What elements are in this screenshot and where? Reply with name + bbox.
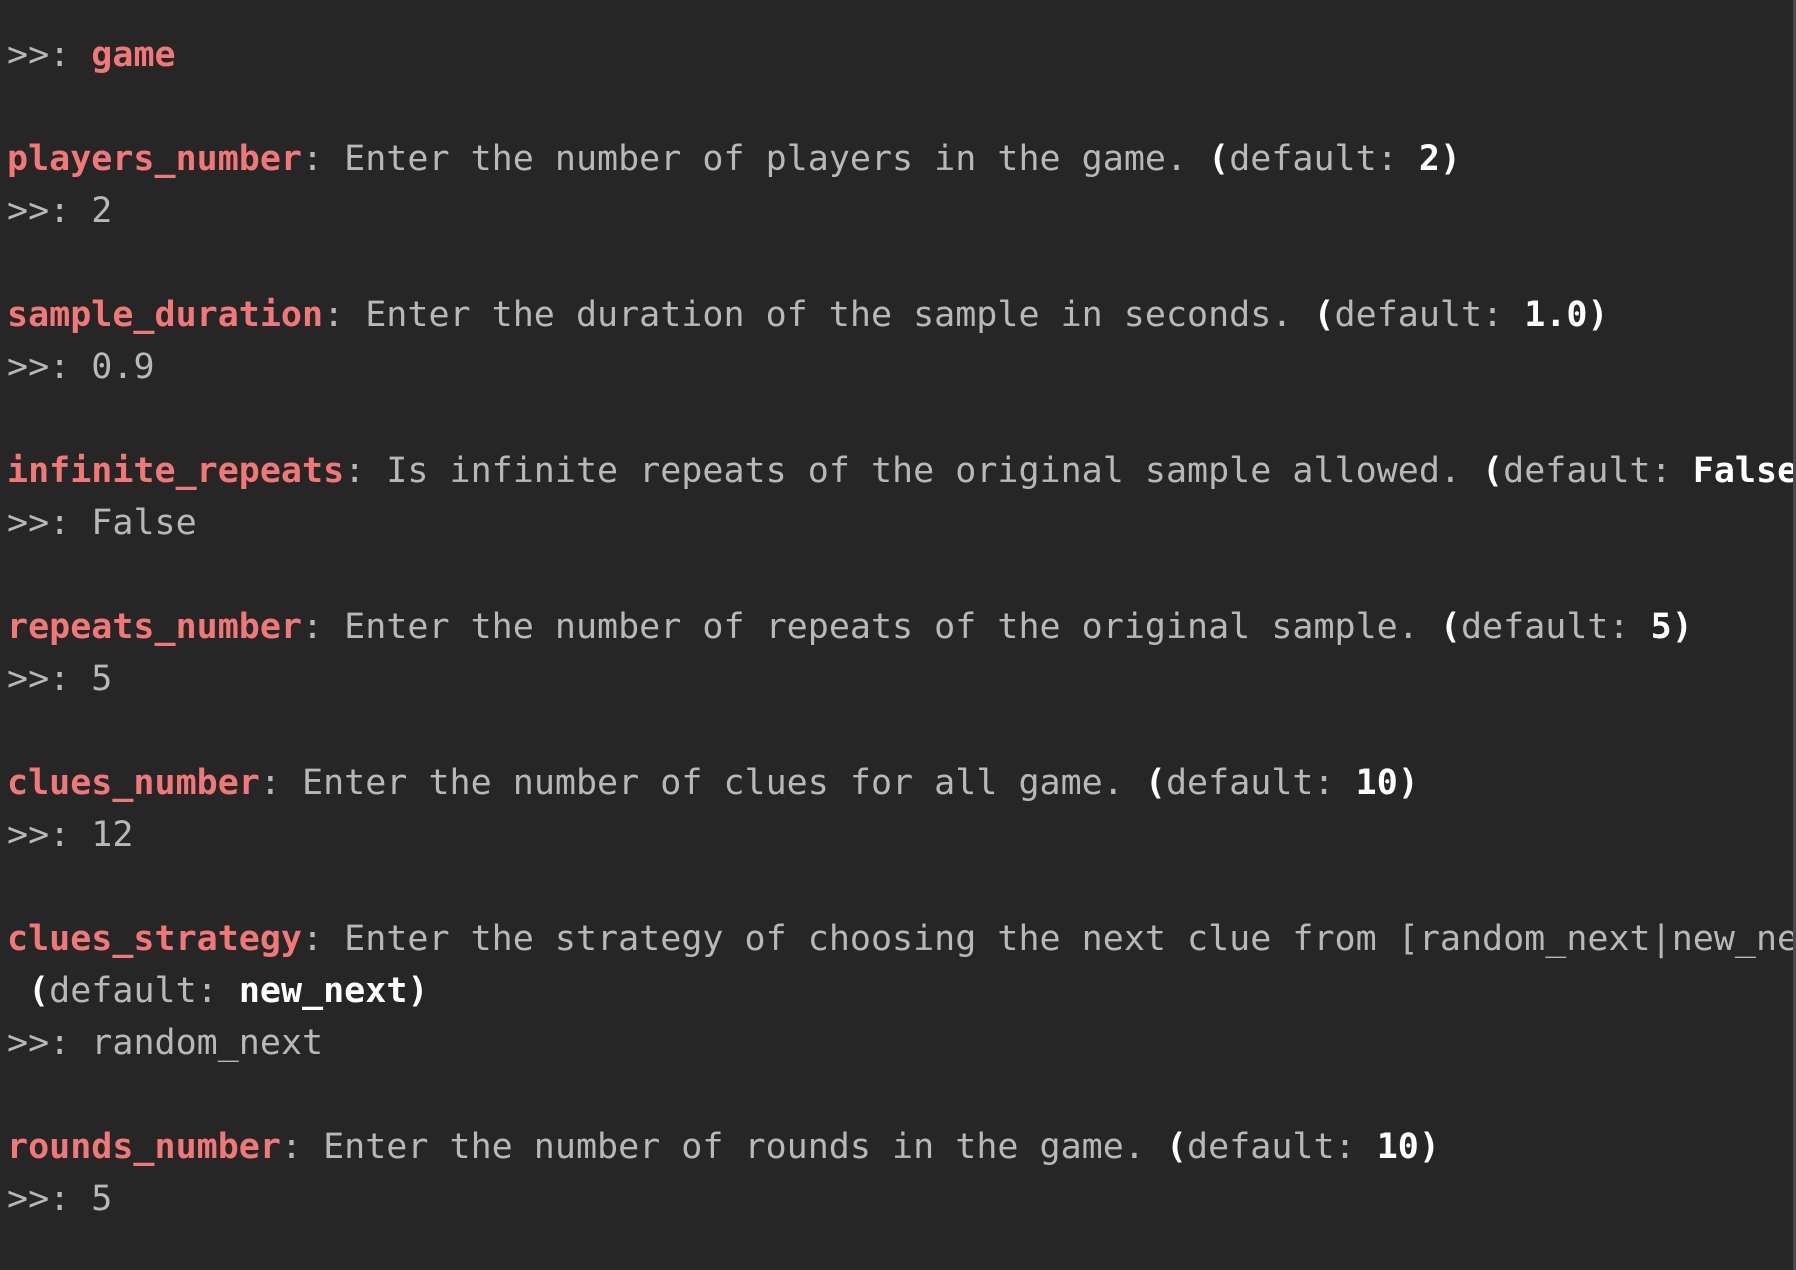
answer-value: 5 <box>91 1179 113 1219</box>
param-name: clues_number <box>7 763 260 803</box>
param-prompt-line: sample_duration: Enter the duration of t… <box>7 295 1609 335</box>
param-description: Enter the duration of the sample in seco… <box>344 295 1314 335</box>
default-label: default: <box>49 971 239 1011</box>
prompt: >>: <box>7 1179 92 1219</box>
default-value: 10 <box>1376 1127 1419 1167</box>
param-description: Enter the strategy of choosing the next … <box>323 919 1796 959</box>
prompt: >>: <box>7 191 92 231</box>
command-text: game <box>91 35 176 75</box>
param-prompt-line: rounds_number: Enter the number of round… <box>7 1127 1440 1167</box>
default-value: 2 <box>1418 139 1440 179</box>
prompt: >>: <box>7 815 92 855</box>
param-name: infinite_repeats <box>7 451 345 491</box>
param-description: Is infinite repeats of the original samp… <box>365 451 1483 491</box>
command-line: >>: game <box>7 29 1796 81</box>
answer-value: 0.9 <box>91 347 155 387</box>
prompt: >>: <box>7 347 92 387</box>
param-prompt-line: infinite_repeats: Is infinite repeats of… <box>7 445 1796 497</box>
default-value: False <box>1692 451 1796 491</box>
answer-value: 2 <box>91 191 113 231</box>
default-label: default: <box>1503 451 1693 491</box>
default-label: default: <box>1334 295 1525 335</box>
default-label: default: <box>1187 1127 1377 1167</box>
param-description: Enter the number of repeats of the origi… <box>323 607 1440 647</box>
param-name: clues_strategy <box>7 919 303 959</box>
answer-value: 5 <box>91 659 113 699</box>
answer-line: >>: 2 <box>7 185 1796 237</box>
answer-value: 12 <box>91 815 134 855</box>
prompt: >>: <box>7 503 92 543</box>
terminal-window[interactable]: >>: game players_number: Enter the numbe… <box>0 0 1796 1270</box>
answer-value: False <box>91 503 197 543</box>
answer-value: random_next <box>91 1023 324 1063</box>
answer-line: >>: random_next <box>7 1017 1796 1069</box>
prompt: >>: <box>7 1023 92 1063</box>
answer-line: >>: 12 <box>7 809 1796 861</box>
param-name: players_number <box>7 139 303 179</box>
prompt: >>: <box>7 659 92 699</box>
param-prompt-line: clues_strategy: Enter the strategy of ch… <box>7 913 1796 965</box>
param-prompt-line: players_number: Enter the number of play… <box>7 139 1461 179</box>
default-label: default: <box>1229 139 1419 179</box>
param-name: repeats_number <box>7 607 303 647</box>
param-prompt-line: clues_number: Enter the number of clues … <box>7 763 1419 803</box>
answer-line: >>: 5 <box>7 1173 1796 1225</box>
param-name: sample_duration <box>7 295 324 335</box>
answer-line: >>: 5 <box>7 653 1796 705</box>
default-value: 10 <box>1355 763 1398 803</box>
param-prompt-wrap-line: (default: new_next) <box>28 971 429 1011</box>
answer-line: >>: 0.9 <box>7 341 1796 393</box>
default-value: 1.0 <box>1524 295 1588 335</box>
default-value: new_next <box>238 971 408 1011</box>
default-label: default: <box>1460 607 1651 647</box>
param-description: Enter the number of rounds in the game. <box>302 1127 1166 1167</box>
answer-line: >>: False <box>7 497 1796 549</box>
param-description: Enter the number of players in the game. <box>323 139 1209 179</box>
param-prompt-line: repeats_number: Enter the number of repe… <box>7 607 1693 647</box>
param-description: Enter the number of clues for all game. <box>280 763 1145 803</box>
default-label: default: <box>1165 763 1356 803</box>
param-name: rounds_number <box>7 1127 281 1167</box>
default-value: 5 <box>1650 607 1672 647</box>
prompt: >>: <box>7 35 92 75</box>
